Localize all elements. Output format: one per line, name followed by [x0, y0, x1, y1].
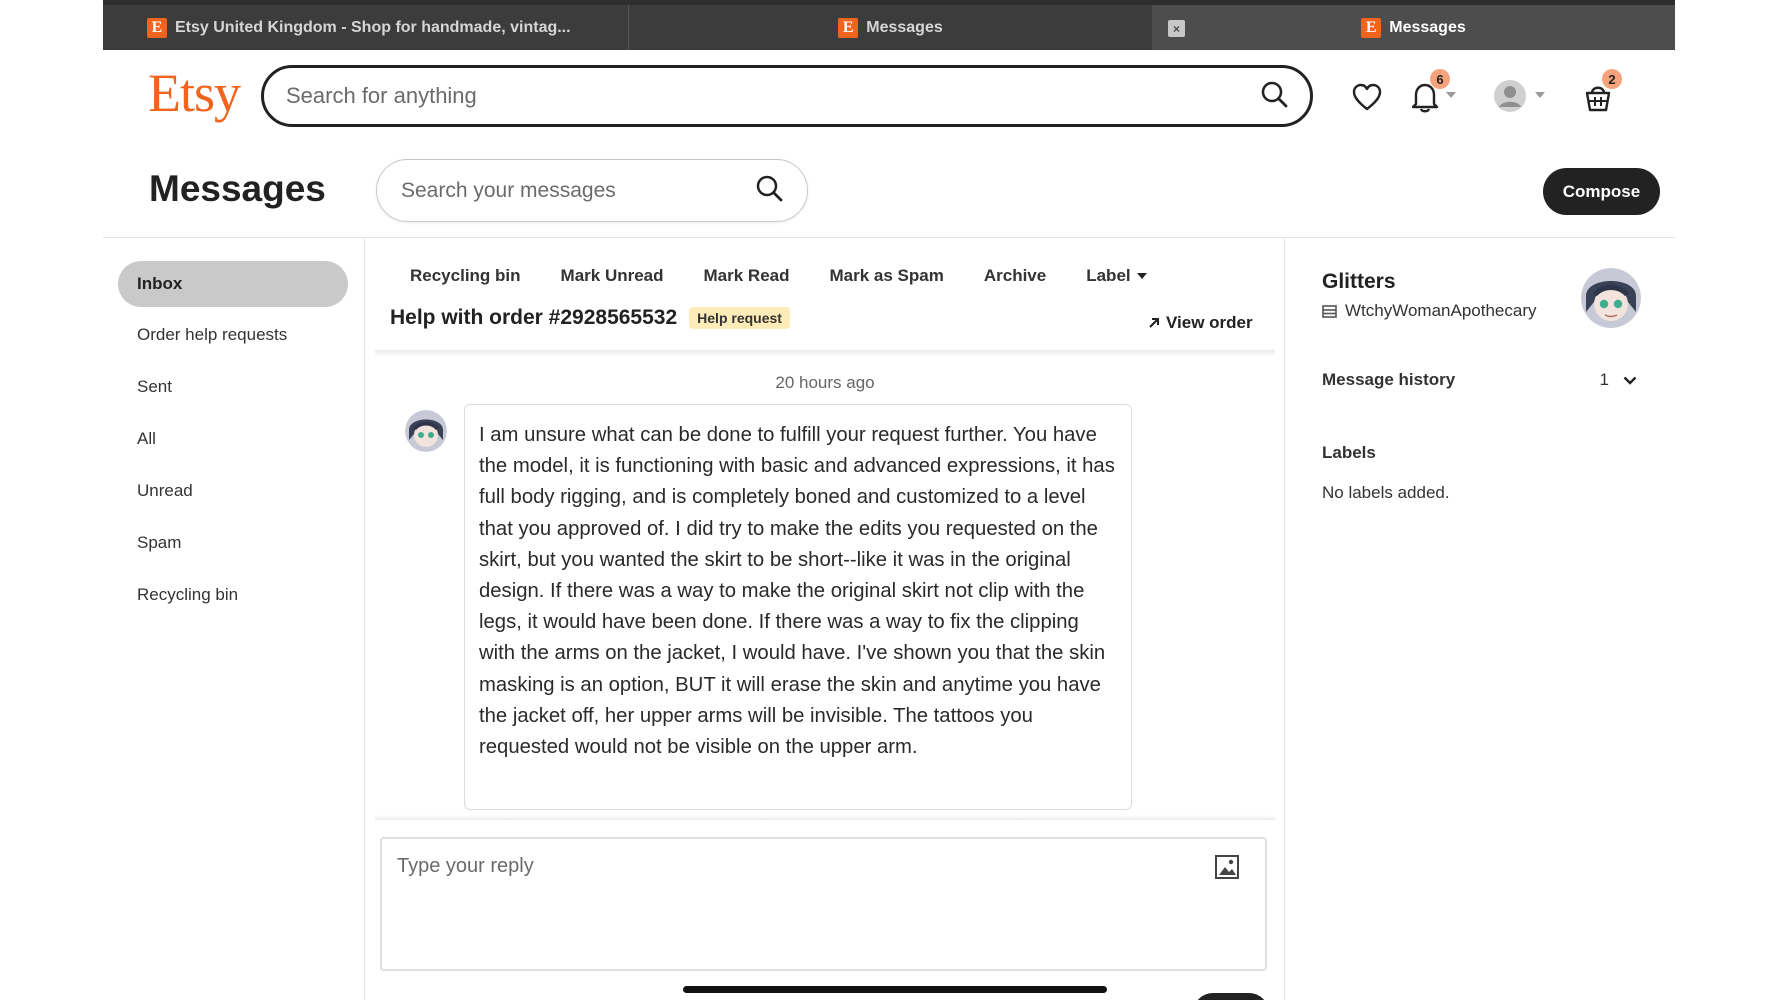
close-tab-icon[interactable]: × [1168, 20, 1185, 37]
archive-button[interactable]: Archive [984, 266, 1046, 286]
etsy-favicon-icon: E [1361, 17, 1382, 38]
sidebar-item-inbox[interactable]: Inbox [118, 261, 348, 307]
page-title: Messages [149, 168, 326, 209]
search-icon[interactable] [1260, 80, 1288, 113]
notifications-count-badge: 6 [1430, 69, 1450, 89]
contact-name: Glitters [1322, 270, 1396, 293]
thread-title: Help with order #2928565532 [390, 306, 678, 329]
etsy-favicon-icon: E [838, 17, 859, 38]
message-toolbar: Recycling bin Mark Unread Mark Read Mark… [410, 266, 1187, 286]
message-history-label: Message history [1322, 370, 1456, 389]
view-order-label: View order [1166, 313, 1253, 332]
contact-shop[interactable]: WtchyWomanApothecary [1322, 301, 1536, 321]
contact-avatar[interactable] [1581, 268, 1641, 328]
composer-divider [375, 815, 1275, 820]
tab-label: Messages [866, 18, 943, 36]
caret-down-icon [1136, 272, 1147, 279]
sidebar-item-all[interactable]: All [118, 416, 348, 462]
favorites-heart-icon[interactable] [1351, 82, 1383, 112]
reply-textarea[interactable]: Type your reply [380, 837, 1267, 971]
browser-tab-messages-active[interactable]: E Messages [1152, 5, 1675, 50]
contact-details-pane: Glitters WtchyWomanApothecary Message hi… [1285, 238, 1675, 1000]
folder-sidebar: Inbox Order help requests Sent All Unrea… [103, 238, 365, 1000]
mark-unread-button[interactable]: Mark Unread [561, 266, 664, 286]
recycle-button[interactable]: Recycling bin [410, 266, 521, 286]
mark-read-button[interactable]: Mark Read [704, 266, 790, 286]
thread-header: Help with order #2928565532 Help request [390, 306, 790, 330]
sender-avatar[interactable] [405, 410, 447, 452]
view-order-link[interactable]: View order [1147, 313, 1253, 333]
header-shadow [375, 350, 1275, 356]
tab-label: Etsy United Kingdom - Shop for handmade,… [175, 18, 571, 36]
chevron-down-icon [1623, 376, 1637, 385]
sidebar-item-spam[interactable]: Spam [118, 520, 348, 566]
shop-icon [1322, 304, 1337, 318]
reply-placeholder: Type your reply [397, 855, 534, 877]
attach-image-icon[interactable] [1214, 854, 1240, 885]
chevron-down-icon[interactable] [1445, 91, 1457, 99]
message-history-count: 1 [1599, 370, 1609, 389]
browser-tab-etsy-home[interactable]: E Etsy United Kingdom - Shop for handmad… [103, 5, 628, 50]
search-icon[interactable] [755, 174, 783, 207]
account-avatar-icon[interactable] [1493, 79, 1527, 113]
search-placeholder: Search for anything [286, 83, 477, 108]
message-timestamp: 20 hours ago [775, 373, 875, 392]
chevron-down-icon[interactable] [1534, 91, 1546, 99]
message-bubble: I am unsure what can be done to fulfill … [464, 404, 1132, 810]
tab-label: Messages [1389, 18, 1466, 36]
sidebar-item-recycling-bin[interactable]: Recycling bin [118, 572, 348, 618]
message-search-input[interactable]: Search your messages [376, 159, 808, 222]
browser-tab-messages[interactable]: E Messages [628, 5, 1152, 50]
home-indicator-bar [683, 986, 1107, 993]
message-history-toggle[interactable]: Message history 1 [1322, 370, 1637, 390]
etsy-logo[interactable]: Etsy [148, 62, 241, 124]
label-dropdown-text: Label [1086, 266, 1131, 285]
send-button[interactable] [1193, 993, 1269, 1000]
sidebar-item-sent[interactable]: Sent [118, 364, 348, 410]
labels-heading: Labels [1322, 443, 1376, 462]
shop-name: WtchyWomanApothecary [1345, 301, 1537, 320]
etsy-favicon-icon: E [147, 17, 167, 38]
app-frame: E Etsy United Kingdom - Shop for handmad… [103, 0, 1675, 1000]
cart-count-badge: 2 [1602, 69, 1622, 89]
label-dropdown[interactable]: Label [1086, 266, 1147, 286]
conversation-pane: Recycling bin Mark Unread Mark Read Mark… [365, 238, 1285, 1000]
arrow-up-right-icon [1149, 318, 1159, 328]
sidebar-item-unread[interactable]: Unread [118, 468, 348, 514]
labels-empty-text: No labels added. [1322, 483, 1450, 502]
browser-tab-bar: E Etsy United Kingdom - Shop for handmad… [103, 0, 1675, 50]
mark-spam-button[interactable]: Mark as Spam [830, 266, 944, 286]
help-request-badge: Help request [689, 307, 790, 329]
compose-button[interactable]: Compose [1543, 168, 1660, 215]
global-search-input[interactable]: Search for anything [261, 65, 1313, 127]
sidebar-item-order-help[interactable]: Order help requests [118, 312, 348, 358]
message-search-placeholder: Search your messages [401, 178, 616, 202]
